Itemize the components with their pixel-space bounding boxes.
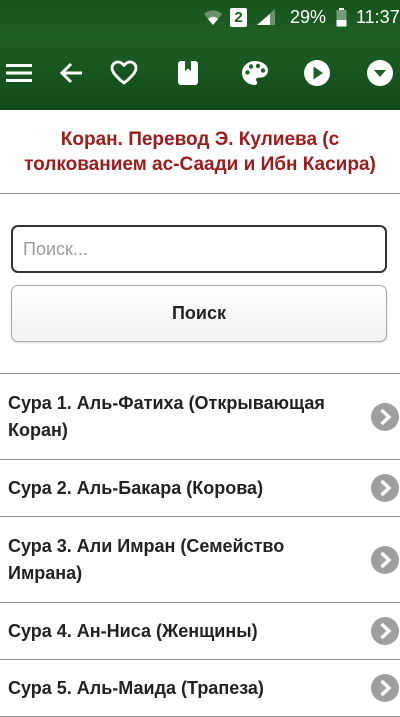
title-area: Коран. Перевод Э. Кулиева (с толкованием… (0, 110, 400, 194)
sim-badge-icon: 2 (230, 7, 247, 27)
battery-icon (336, 7, 347, 27)
palette-icon (242, 61, 268, 85)
chevron-right-icon (371, 402, 399, 431)
sim-badge: 2 (230, 7, 247, 27)
list-item-label: Сура 5. Аль-Маида (Трапеза) (8, 677, 264, 698)
dropdown-button[interactable] (363, 56, 397, 90)
favorite-button[interactable] (107, 56, 141, 90)
list-item-label: Сура 4. Ан-Ниса (Женщины) (8, 620, 258, 641)
list-item-label: Сура 2. Аль-Бакара (Корова) (8, 477, 264, 498)
list-item-sura-1[interactable]: Сура 1. Аль-Фатиха (Открывающая Коран) (0, 374, 400, 460)
theme-button[interactable] (238, 56, 272, 90)
list-item-sura-3[interactable]: Сура 3. Али Имран (Семейство Имрана) (0, 517, 400, 603)
bookmark-button[interactable] (171, 56, 205, 90)
list-item-label: Сура 3. Али Имран (Семейство Имрана) (8, 535, 285, 583)
heart-icon (110, 60, 138, 85)
app-toolbar (0, 34, 400, 110)
play-icon (304, 60, 330, 86)
battery-percent: 29% (290, 7, 327, 27)
play-button[interactable] (300, 56, 334, 90)
list-item-sura-4[interactable]: Сура 4. Ан-Ниса (Женщины) (0, 603, 400, 660)
dropdown-icon (367, 60, 393, 86)
clock: 11:37 (356, 7, 400, 27)
back-button[interactable] (55, 56, 89, 90)
list-item-sura-5[interactable]: Сура 5. Аль-Маида (Трапеза) (0, 660, 400, 717)
page-title: Коран. Перевод Э. Кулиева (с толкованием… (24, 128, 376, 175)
wifi-icon (203, 7, 223, 27)
chevron-right-icon (371, 474, 399, 502)
chevron-right-icon (371, 674, 399, 702)
sura-list: Сура 1. Аль-Фатиха (Открывающая Коран) С… (0, 373, 400, 717)
back-arrow-icon (60, 62, 82, 84)
bookmark-icon (178, 61, 198, 85)
list-item-sura-2[interactable]: Сура 2. Аль-Бакара (Корова) (0, 460, 400, 517)
list-item-label: Сура 1. Аль-Фатиха (Открывающая Коран) (8, 392, 325, 440)
search-button[interactable]: Поиск (11, 285, 387, 342)
status-bar: 2 29% 11:37 (0, 0, 400, 34)
chevron-right-icon (371, 617, 399, 645)
menu-icon (6, 64, 32, 82)
search-input[interactable] (11, 225, 387, 273)
signal-icon (256, 7, 276, 27)
chevron-right-icon (371, 545, 399, 574)
menu-button[interactable] (2, 56, 36, 90)
